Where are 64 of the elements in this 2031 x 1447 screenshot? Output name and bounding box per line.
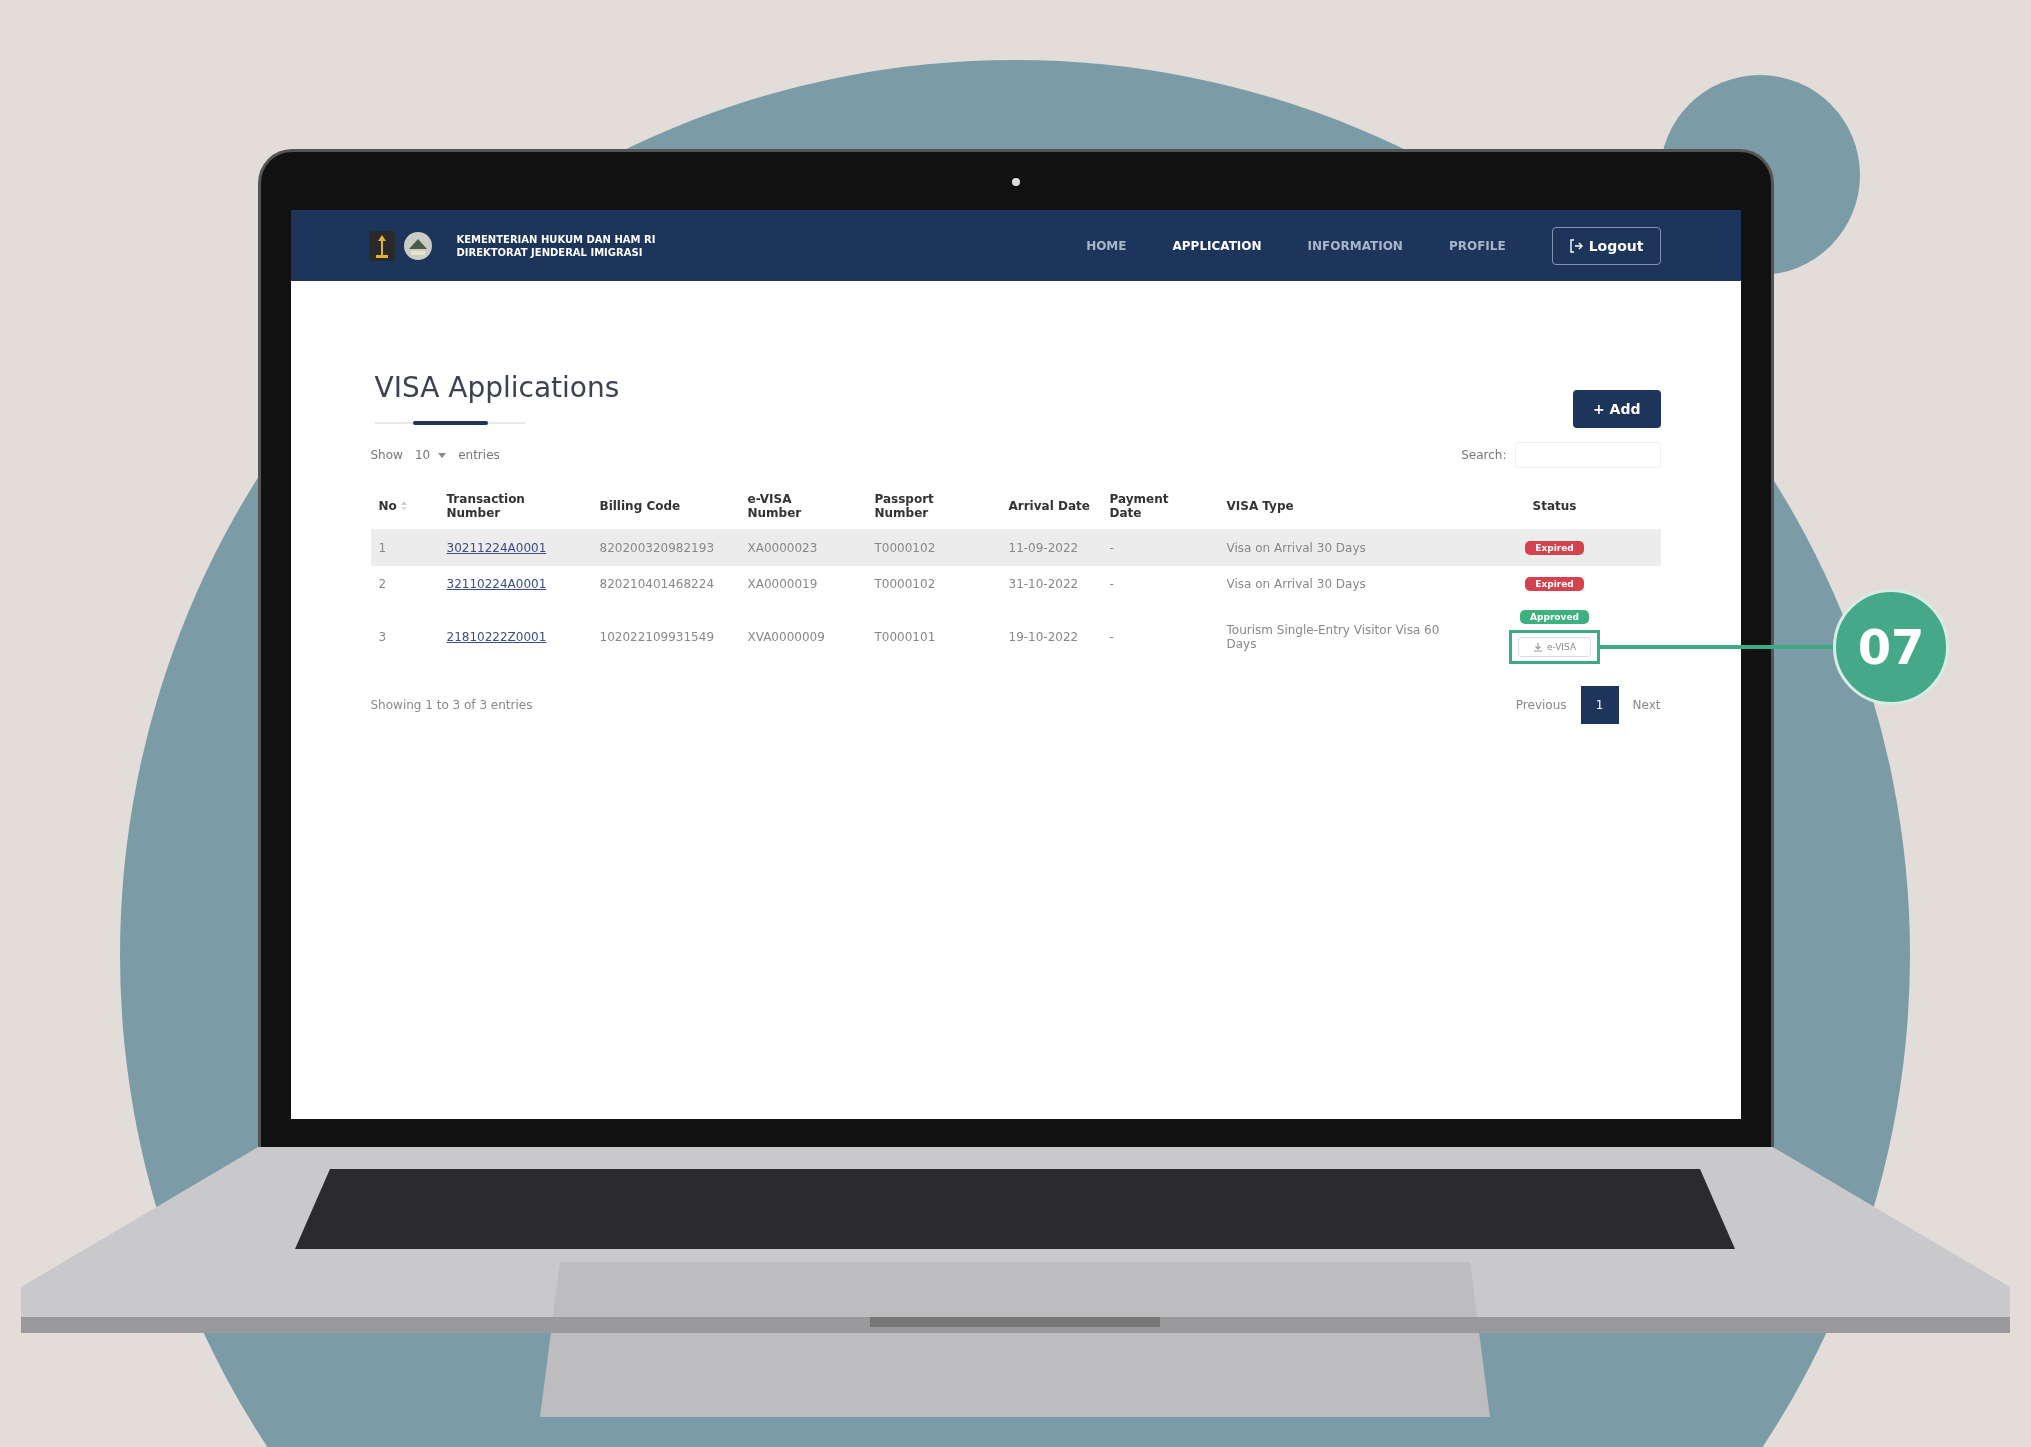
status-badge: Expired — [1525, 577, 1584, 591]
justice-emblem-icon — [368, 230, 395, 261]
evisa-download-button[interactable]: e-VISA — [1517, 637, 1592, 657]
entries-summary: Showing 1 to 3 of 3 entries — [370, 698, 533, 712]
nav-link[interactable]: PROFILE — [1448, 238, 1506, 253]
column-header[interactable]: Status — [1532, 498, 1577, 513]
page-title: VISA Applications — [374, 371, 621, 404]
sort-icon[interactable] — [400, 500, 407, 511]
column-header[interactable]: Payment Date — [1109, 491, 1205, 520]
table-cell: - — [1109, 577, 1114, 591]
immigration-emblem-icon — [402, 230, 433, 261]
column-header[interactable]: Transaction Number — [446, 491, 542, 520]
table-cell: T0000101 — [874, 630, 936, 644]
transaction-link[interactable]: 30211224A0001 — [446, 541, 547, 555]
table-cell: Visa on Arrival 30 Days — [1226, 541, 1366, 555]
table-cell: 2 — [378, 577, 387, 591]
table-cell: 820200320982193 — [599, 541, 715, 555]
table-cell: 11-09-2022 — [1008, 541, 1079, 555]
nav-link[interactable]: INFORMATION — [1307, 238, 1403, 253]
page-button[interactable]: 1 — [1580, 686, 1619, 724]
table-cell: - — [1109, 541, 1114, 555]
column-header[interactable]: e-VISA Number — [747, 491, 843, 520]
status-badge: Expired — [1525, 541, 1584, 555]
nav-link[interactable]: APPLICATION — [1172, 238, 1262, 253]
add-button[interactable]: + Add — [1573, 390, 1661, 428]
table-cell: XA0000019 — [747, 577, 818, 591]
table-cell: XA0000023 — [747, 541, 818, 555]
show-label: Show — [370, 448, 403, 462]
previous-button[interactable]: Previous — [1515, 698, 1567, 712]
table-cell: 820210401468224 — [599, 577, 715, 591]
search-label: Search: — [1461, 448, 1507, 462]
table-cell: - — [1109, 630, 1114, 644]
next-button[interactable]: Next — [1632, 698, 1661, 712]
column-header[interactable]: No — [378, 498, 397, 513]
table-cell: 102022109931549 — [599, 630, 715, 644]
table-cell: 19-10-2022 — [1008, 630, 1079, 644]
transaction-link[interactable]: 21810222Z0001 — [446, 630, 547, 644]
logout-icon — [1568, 238, 1583, 253]
camera-dot — [1011, 178, 1020, 186]
agency-name: DIREKTORAT JENDERAL IMIGRASI — [456, 245, 644, 259]
nav-link[interactable]: HOME — [1086, 238, 1127, 253]
page-size-select[interactable]: 10 — [410, 448, 451, 462]
logout-button[interactable]: Logout — [1551, 226, 1661, 265]
download-icon — [1532, 642, 1543, 652]
column-header[interactable]: Arrival Date — [1008, 498, 1090, 513]
entries-label: entries — [458, 448, 500, 462]
table-cell: Visa on Arrival 30 Days — [1226, 577, 1366, 591]
table-cell: Tourism Single-Entry Visitor Visa 60 Days — [1226, 623, 1441, 651]
table-cell: T0000102 — [874, 577, 936, 591]
table-cell: 1 — [378, 541, 387, 555]
column-header[interactable]: Passport Number — [874, 491, 970, 520]
status-badge: Approved — [1520, 610, 1589, 624]
table-row[interactable]: 2 32110224A0001 820210401468224 XA0000019 T0000102 31-10-2022 - Visa on Arrival 30 Days Expired — [370, 566, 1661, 602]
callout-number: 07 — [1833, 589, 1950, 705]
table-cell: T0000102 — [874, 541, 936, 555]
agency-name: KEMENTERIAN HUKUM DAN HAM RI — [456, 232, 656, 246]
table-cell: XVA0000009 — [747, 630, 825, 644]
table-row[interactable]: 1 30211224A0001 820200320982193 XA0000023 T0000102 11-09-2022 - Visa on Arrival 30 Days Expired — [370, 530, 1661, 566]
column-header[interactable]: Billing Code — [599, 498, 681, 513]
table-cell: 3 — [378, 630, 387, 644]
caret-icon — [438, 452, 447, 458]
column-header[interactable]: VISA Type — [1226, 498, 1294, 513]
transaction-link[interactable]: 32110224A0001 — [446, 577, 547, 591]
table-cell: 31-10-2022 — [1008, 577, 1079, 591]
